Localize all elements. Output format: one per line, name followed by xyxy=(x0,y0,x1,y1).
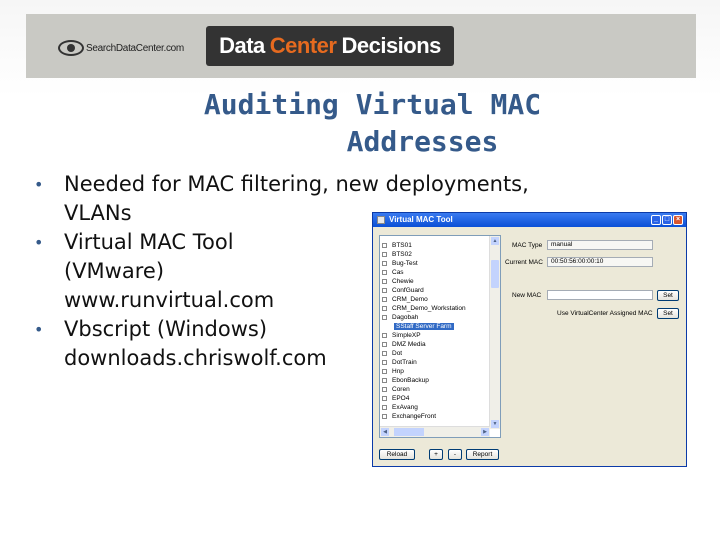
expand-icon[interactable] xyxy=(382,278,387,284)
tree-item[interactable]: BTS02 xyxy=(382,251,412,259)
virtual-mac-tool-window: Virtual MAC Tool _ □ × BTS01 BTS02 Bug-T… xyxy=(372,212,687,467)
scroll-right-icon[interactable]: ▶ xyxy=(481,428,489,436)
expand-icon[interactable] xyxy=(382,305,387,311)
expand-icon[interactable] xyxy=(382,269,387,275)
bullet-dot-icon: • xyxy=(34,233,44,252)
tree-item[interactable]: Bug-Test xyxy=(382,260,418,268)
window-title: Virtual MAC Tool xyxy=(389,215,453,224)
tree-item[interactable]: EPO4 xyxy=(382,395,409,403)
tree-item[interactable]: Coren xyxy=(382,386,410,394)
brand-word-1: Data xyxy=(219,33,265,58)
tree-item[interactable]: DMZ Media xyxy=(382,341,426,349)
slide: SearchDataCenter.com Data Center Decisio… xyxy=(0,0,720,540)
tree-item[interactable]: Cas xyxy=(382,269,404,277)
mac-type-field: manual xyxy=(547,240,653,250)
scroll-up-icon[interactable]: ▲ xyxy=(491,237,499,245)
expand-icon[interactable] xyxy=(382,368,387,374)
tree-item[interactable]: Dot xyxy=(382,350,402,358)
expand-icon[interactable] xyxy=(382,395,387,401)
tree-item[interactable]: ExchangeFront xyxy=(382,413,436,421)
collapse-icon[interactable] xyxy=(382,314,387,320)
reload-button[interactable]: Reload xyxy=(379,449,415,460)
slide-title-line-2: Addresses xyxy=(346,125,499,158)
horizontal-scrollbar[interactable]: ◀ ▶ xyxy=(380,426,490,437)
tree-item[interactable]: Chewie xyxy=(382,278,414,286)
expand-icon[interactable] xyxy=(382,404,387,410)
expand-icon[interactable] xyxy=(382,359,387,365)
new-mac-label: New MAC xyxy=(512,292,542,299)
expand-icon[interactable] xyxy=(382,332,387,338)
expand-icon[interactable] xyxy=(382,296,387,302)
slide-title: Auditing Virtual MAC Addresses xyxy=(110,86,635,160)
scroll-thumb[interactable] xyxy=(491,260,499,288)
brand-word-3: Decisions xyxy=(341,33,441,58)
minimize-button[interactable]: _ xyxy=(651,215,661,225)
expand-icon[interactable] xyxy=(382,350,387,356)
scroll-left-icon[interactable]: ◀ xyxy=(381,428,389,436)
app-icon xyxy=(377,216,385,224)
slide-title-line-1: Auditing Virtual MAC xyxy=(203,88,542,121)
expand-icon[interactable] xyxy=(382,251,387,257)
site-logo: SearchDataCenter.com xyxy=(58,38,184,58)
vm-tree-view[interactable]: BTS01 BTS02 Bug-Test Cas Chewie ConfGuar… xyxy=(379,235,501,438)
expand-icon[interactable] xyxy=(382,413,387,419)
use-assigned-mac-label: Use VirtualCenter Assigned MAC xyxy=(557,310,653,317)
expand-icon[interactable] xyxy=(382,260,387,266)
tree-item[interactable]: CRM_Demo xyxy=(382,296,428,304)
tree-item[interactable]: ConfGuard xyxy=(382,287,424,295)
tree-item[interactable]: EbonBackup xyxy=(382,377,429,385)
tree-item[interactable]: BTS01 xyxy=(382,242,412,250)
brand-word-2: Center xyxy=(269,33,337,58)
expand-icon[interactable] xyxy=(382,287,387,293)
expand-icon[interactable] xyxy=(382,341,387,347)
scroll-down-icon[interactable]: ▼ xyxy=(491,420,499,428)
report-button[interactable]: Report xyxy=(466,449,499,460)
site-logo-text: SearchDataCenter.com xyxy=(86,42,184,54)
new-mac-input[interactable] xyxy=(547,290,653,300)
expand-all-button[interactable]: + xyxy=(429,449,443,460)
tree-item[interactable]: CRM_Demo_Workstation xyxy=(382,305,466,313)
window-titlebar: Virtual MAC Tool _ □ × xyxy=(373,213,686,227)
tree-item[interactable]: Dagobah xyxy=(382,314,418,322)
set-new-mac-button[interactable]: Set xyxy=(657,290,679,301)
tree-item[interactable]: ExAvang xyxy=(382,404,418,412)
scroll-thumb[interactable] xyxy=(394,428,424,436)
current-mac-field: 00:50:56:00:00:10 xyxy=(547,257,653,267)
vertical-scrollbar[interactable]: ▲ ▼ xyxy=(489,236,500,429)
bullet-line: Needed for MAC filtering, new deployment… xyxy=(64,172,529,196)
current-mac-label: Current MAC xyxy=(505,259,543,266)
bullet-dot-icon: • xyxy=(34,175,44,194)
bullet-dot-icon: • xyxy=(34,320,44,339)
expand-icon[interactable] xyxy=(382,386,387,392)
mac-type-label: MAC Type xyxy=(512,242,543,249)
maximize-button[interactable]: □ xyxy=(662,215,672,225)
tree-item-selected[interactable]: SStaff Server Farm xyxy=(394,323,454,331)
tree-item[interactable]: SimpleXP xyxy=(382,332,421,340)
set-assigned-mac-button[interactable]: Set xyxy=(657,308,679,319)
expand-icon[interactable] xyxy=(382,242,387,248)
close-button[interactable]: × xyxy=(673,215,683,225)
eye-logo-icon xyxy=(58,40,84,56)
brand-logo: Data Center Decisions xyxy=(206,26,454,66)
tree-item[interactable]: DotTrain xyxy=(382,359,417,367)
expand-icon[interactable] xyxy=(382,377,387,383)
tree-item[interactable]: Hnp xyxy=(382,368,404,376)
collapse-all-button[interactable]: - xyxy=(448,449,462,460)
